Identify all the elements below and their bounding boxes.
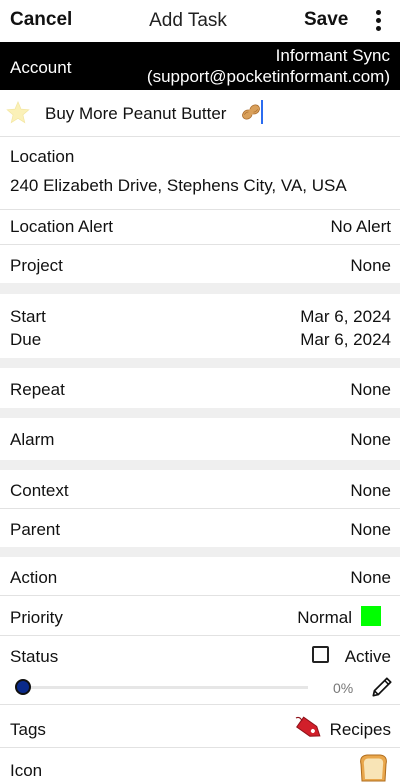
project-label: Project (10, 256, 63, 275)
account-label: Account (10, 58, 72, 77)
due-label: Due (10, 330, 42, 349)
start-label: Start (10, 307, 46, 326)
action-label: Action (10, 568, 58, 587)
priority-value: Normal (297, 608, 352, 627)
progress-slider-track[interactable] (24, 686, 308, 689)
priority-row[interactable]: Priority Normal (0, 596, 400, 636)
peanut-icon (242, 104, 260, 120)
task-name-row[interactable]: Buy More Peanut Butter (0, 90, 400, 137)
project-row[interactable]: Project None (0, 245, 400, 283)
account-name: Informant Sync (275, 46, 390, 65)
star-icon[interactable] (4, 99, 32, 127)
top-bar: Cancel Add Task Save (0, 0, 400, 42)
progress-percent: 0% (333, 680, 354, 696)
alarm-value: None (350, 430, 391, 449)
parent-row[interactable]: Parent None (0, 509, 400, 547)
task-name-input[interactable]: Buy More Peanut Butter (45, 104, 226, 124)
more-vertical-icon[interactable] (370, 10, 386, 34)
location-address: 240 Elizabeth Drive, Stephens City, VA, … (10, 176, 347, 195)
repeat-row[interactable]: Repeat None (0, 368, 400, 408)
dates-row[interactable]: Start Mar 6, 2024 Due Mar 6, 2024 (0, 294, 400, 358)
repeat-label: Repeat (10, 380, 65, 399)
section-divider (0, 358, 400, 368)
tag-icon (295, 716, 321, 737)
account-row[interactable]: Account Informant Sync (support@pocketin… (0, 42, 400, 90)
context-row[interactable]: Context None (0, 470, 400, 509)
pencil-icon[interactable] (369, 674, 395, 700)
tags-label: Tags (10, 720, 46, 739)
account-value: Informant Sync (support@pocketinformant.… (147, 45, 390, 87)
active-checkbox[interactable] (312, 646, 329, 663)
action-row[interactable]: Action None (0, 557, 400, 596)
progress-slider-handle[interactable] (15, 679, 31, 695)
project-value: None (350, 256, 391, 275)
due-value[interactable]: Mar 6, 2024 (300, 330, 391, 350)
location-label: Location (10, 147, 75, 166)
parent-value: None (350, 520, 391, 539)
tags-value: Recipes (329, 720, 391, 739)
location-row[interactable]: Location (0, 137, 400, 210)
active-label: Active (344, 647, 391, 666)
section-divider (0, 283, 400, 294)
icon-row[interactable]: Icon (0, 748, 400, 783)
start-value[interactable]: Mar 6, 2024 (300, 307, 391, 327)
status-label: Status (10, 647, 59, 666)
save-button[interactable]: Save (304, 9, 348, 31)
section-divider (0, 460, 400, 470)
action-value: None (350, 568, 391, 587)
priority-label: Priority (10, 608, 63, 627)
text-cursor (261, 100, 263, 124)
account-email: (support@pocketinformant.com) (146, 67, 390, 86)
section-divider (0, 547, 400, 557)
location-alert-label: Location Alert (10, 217, 114, 236)
context-value: None (350, 481, 391, 500)
parent-label: Parent (10, 520, 61, 539)
icon-label: Icon (10, 761, 43, 780)
location-alert-value: No Alert (330, 217, 391, 236)
alarm-row[interactable]: Alarm None (0, 418, 400, 460)
bread-icon[interactable] (356, 752, 390, 783)
alarm-label: Alarm (10, 430, 55, 449)
priority-color-swatch (361, 606, 381, 626)
repeat-value: None (350, 380, 391, 399)
tags-row[interactable]: Tags Recipes (0, 705, 400, 748)
section-divider (0, 408, 400, 418)
location-alert-row[interactable]: Location Alert No Alert (0, 210, 400, 245)
context-label: Context (10, 481, 69, 500)
